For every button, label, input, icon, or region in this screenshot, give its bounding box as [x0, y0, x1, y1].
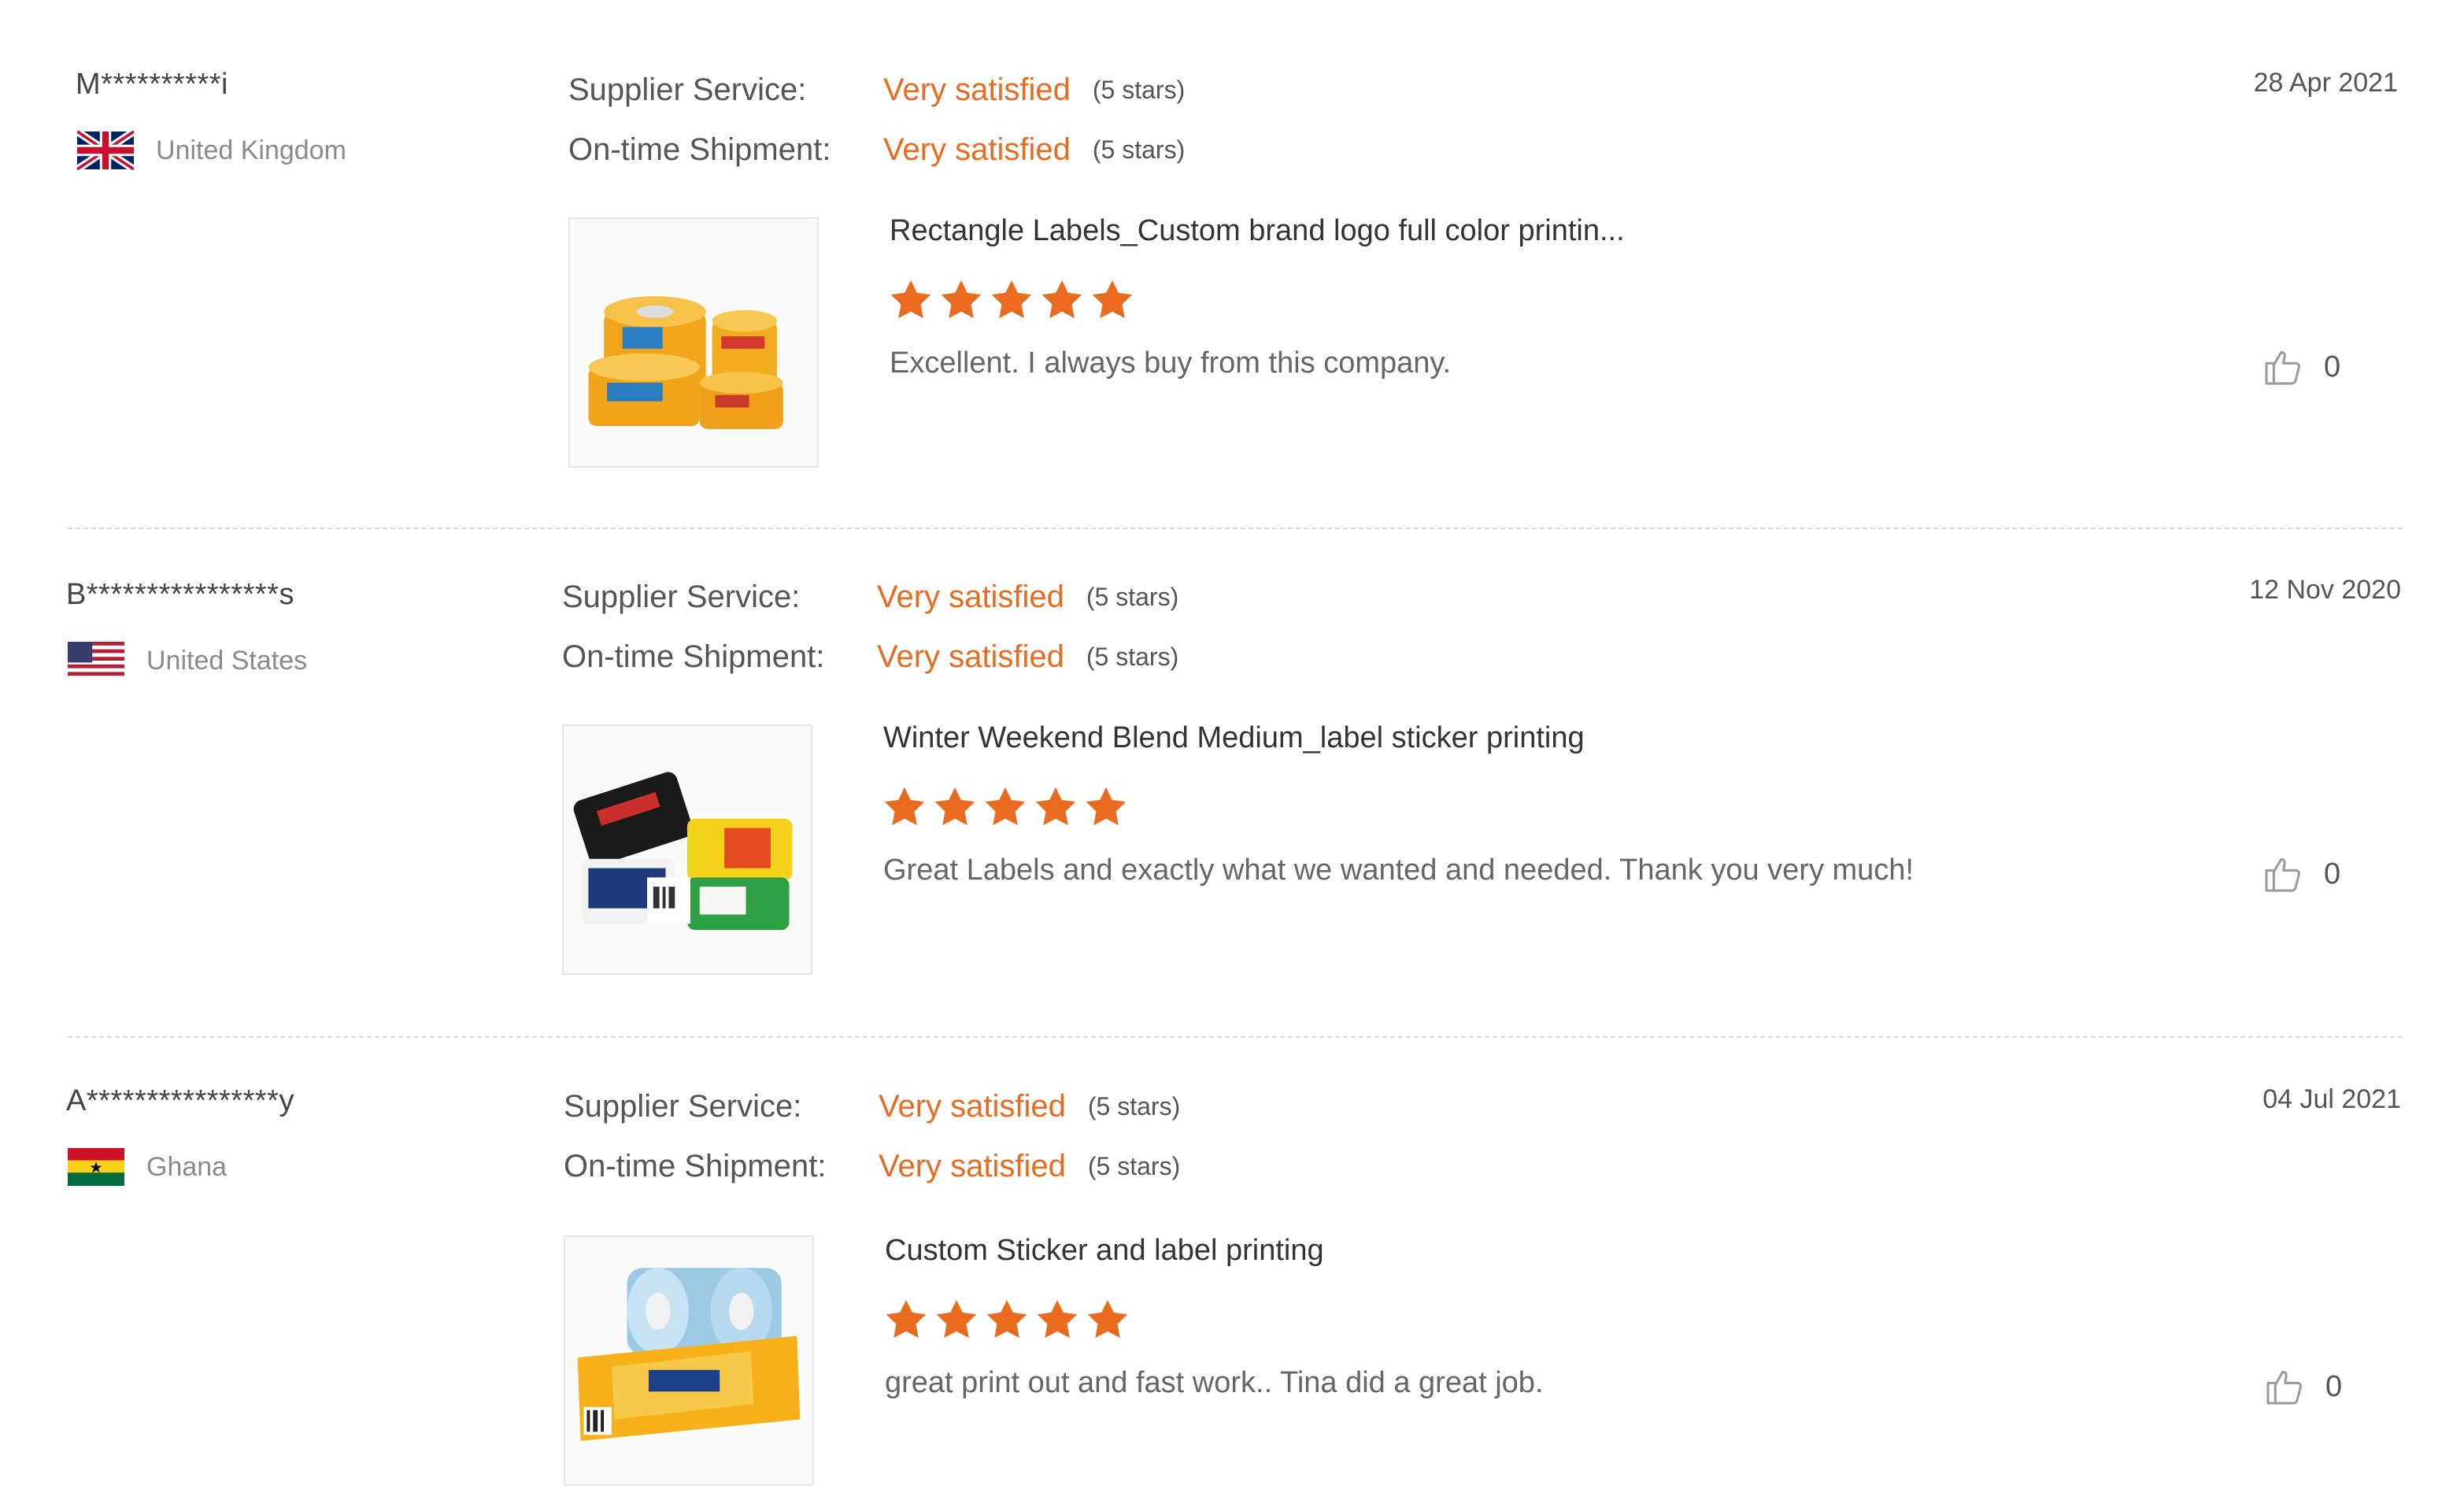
shipment-rating: On-time Shipment: Very satisfied (5 star…	[564, 1144, 1180, 1188]
star-icon	[982, 784, 1028, 830]
supplier-service-rating: Supplier Service: Very satisfied (5 star…	[562, 575, 1178, 619]
like-count: 0	[2325, 1369, 2343, 1403]
product-thumbnail[interactable]	[562, 724, 812, 975]
star-icon	[989, 277, 1034, 323]
buyer-country: Ghana	[68, 1147, 227, 1187]
ghana-flag-icon	[68, 1148, 124, 1186]
supplier-service-stars: (5 stars)	[1087, 1091, 1181, 1120]
star-icon	[932, 784, 978, 830]
like-button[interactable]: 0	[2261, 852, 2340, 896]
uk-flag-icon	[77, 131, 134, 170]
shipment-label: On-time Shipment:	[562, 639, 825, 674]
label-rolls-image	[565, 1237, 812, 1484]
buyer-name: M**********i	[76, 68, 228, 101]
supplier-service-value: Very satisfied	[883, 72, 1071, 107]
shipment-value: Very satisfied	[877, 639, 1064, 674]
supplier-service-label: Supplier Service:	[568, 72, 807, 107]
shipment-stars: (5 stars)	[1092, 135, 1186, 164]
buyer-country: United States	[68, 641, 307, 680]
us-flag-icon	[68, 642, 124, 680]
buyer-name: B****************s	[66, 578, 294, 611]
review-date: 04 Jul 2021	[2262, 1084, 2401, 1114]
shipment-value: Very satisfied	[879, 1148, 1066, 1183]
product-title[interactable]: Rectangle Labels_Custom brand logo full …	[890, 214, 1625, 248]
star-icon	[1085, 1297, 1130, 1343]
review-date: 28 Apr 2021	[2253, 68, 2398, 98]
shipment-rating: On-time Shipment: Very satisfied (5 star…	[568, 128, 1185, 172]
country-name: United States	[146, 645, 308, 676]
review-text: Great Labels and exactly what we wanted …	[883, 854, 1914, 887]
product-thumbnail[interactable]	[568, 217, 819, 468]
shipment-label: On-time Shipment:	[568, 131, 831, 167]
star-icon	[1090, 277, 1135, 323]
shipment-stars: (5 stars)	[1087, 1151, 1181, 1180]
shipment-rating: On-time Shipment: Very satisfied (5 star…	[562, 635, 1178, 679]
star-icon	[1039, 277, 1085, 323]
buyer-country: United Kingdom	[77, 131, 346, 170]
product-thumbnail[interactable]	[564, 1235, 814, 1486]
supplier-service-stars: (5 stars)	[1086, 582, 1179, 611]
star-icon	[934, 1297, 979, 1343]
like-count: 0	[2324, 350, 2341, 383]
star-icon	[882, 784, 927, 830]
product-rating-stars	[888, 277, 1135, 323]
country-name: United Kingdom	[156, 135, 346, 165]
review-text: Excellent. I always buy from this compan…	[890, 346, 1452, 380]
star-icon	[984, 1297, 1030, 1343]
supplier-service-stars: (5 stars)	[1092, 75, 1186, 104]
product-rating-stars	[882, 784, 1129, 830]
star-icon	[1083, 784, 1129, 830]
supplier-service-rating: Supplier Service: Very satisfied (5 star…	[568, 68, 1185, 112]
like-count: 0	[2324, 857, 2341, 891]
buyer-name: A****************y	[66, 1084, 294, 1117]
country-name: Ghana	[146, 1151, 228, 1182]
supplier-service-value: Very satisfied	[879, 1088, 1066, 1124]
star-icon	[883, 1297, 929, 1343]
star-icon	[1033, 784, 1078, 830]
thumbs-up-icon[interactable]	[2262, 1365, 2307, 1409]
star-icon	[1034, 1297, 1080, 1343]
supplier-service-label: Supplier Service:	[562, 579, 801, 614]
label-rolls-image	[564, 726, 811, 973]
review-text: great print out and fast work.. Tina did…	[885, 1366, 1544, 1399]
product-rating-stars	[883, 1297, 1130, 1343]
supplier-service-value: Very satisfied	[877, 579, 1064, 614]
shipment-stars: (5 stars)	[1086, 642, 1179, 671]
like-button[interactable]: 0	[2262, 1365, 2342, 1409]
star-icon	[888, 277, 934, 323]
review-divider	[68, 528, 2403, 529]
thumbs-up-icon[interactable]	[2261, 852, 2305, 896]
star-icon	[938, 277, 984, 323]
thumbs-up-icon[interactable]	[2261, 345, 2305, 389]
review-divider	[68, 1036, 2403, 1038]
shipment-label: On-time Shipment:	[564, 1148, 827, 1183]
review-date: 12 Nov 2020	[2249, 575, 2401, 605]
label-rolls-image	[570, 219, 817, 466]
shipment-value: Very satisfied	[883, 131, 1071, 167]
supplier-service-rating: Supplier Service: Very satisfied (5 star…	[564, 1084, 1180, 1128]
product-title[interactable]: Winter Weekend Blend Medium_label sticke…	[883, 721, 1585, 755]
supplier-service-label: Supplier Service:	[564, 1088, 802, 1124]
like-button[interactable]: 0	[2261, 345, 2340, 389]
product-title[interactable]: Custom Sticker and label printing	[885, 1234, 1324, 1268]
